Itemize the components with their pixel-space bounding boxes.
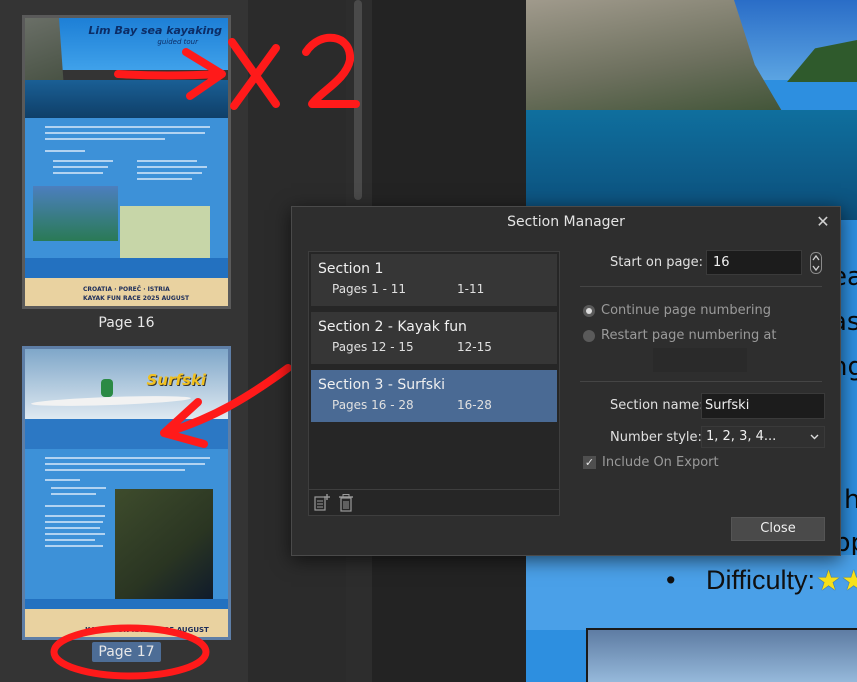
include-on-export-checkbox[interactable]: ✓ xyxy=(583,456,596,469)
bullet: • xyxy=(666,565,676,595)
close-icon[interactable]: ✕ xyxy=(812,211,834,233)
start-on-page-label: Start on page: xyxy=(610,255,704,270)
thumbnail-photo xyxy=(33,186,118,241)
page-label-16: Page 16 xyxy=(98,315,155,331)
number-style-dropdown[interactable]: 1, 2, 3, 4... xyxy=(701,426,825,448)
section-list-item-selected[interactable]: Section 3 - Surfski Pages 16 - 28 16-28 xyxy=(311,370,557,422)
page-stepper[interactable] xyxy=(810,252,822,274)
trash-icon[interactable] xyxy=(338,494,354,512)
section-name-field[interactable]: Surfski xyxy=(701,393,825,419)
thumbnail-footer-1: CROATIA · POREČ · ISTRIA xyxy=(83,286,170,293)
thumbnail-paddler xyxy=(101,379,113,397)
difficulty-label: Difficulty: xyxy=(706,565,816,595)
scrollbar-thumb[interactable] xyxy=(354,0,362,200)
thumbnail-subtitle: guided tour xyxy=(157,38,198,46)
section-list-toolbar xyxy=(308,489,560,517)
section-range: 16-28 xyxy=(457,398,492,412)
section-name: Section 2 - Kayak fun xyxy=(318,319,467,335)
start-on-page-field[interactable]: 16 xyxy=(706,250,802,275)
page-label-17: Page 17 xyxy=(22,642,231,662)
stepper-icon[interactable] xyxy=(810,252,822,274)
section-name-label: Section name: xyxy=(610,398,704,413)
close-button[interactable]: Close xyxy=(731,517,825,541)
thumbnail-body xyxy=(25,118,228,273)
include-on-export-label: Include On Export xyxy=(602,455,719,470)
restart-at-field[interactable] xyxy=(653,348,747,372)
thumbnail-footer-2: KAYAK FUN RACE 2025 AUGUST xyxy=(83,295,190,302)
restart-numbering-radio[interactable] xyxy=(583,330,595,342)
add-section-icon[interactable] xyxy=(314,494,330,512)
section-name: Section 3 - Surfski xyxy=(318,377,446,393)
page-photo-water xyxy=(526,110,857,220)
difficulty-stars: ★★ xyxy=(816,564,857,597)
page-thumbnail-16[interactable]: Lim Bay sea kayaking guided tour CROATIA… xyxy=(22,15,231,309)
restart-numbering-label: Restart page numbering at xyxy=(601,328,777,343)
continue-numbering-label: Continue page numbering xyxy=(601,303,772,318)
section-range: 1-11 xyxy=(457,282,485,296)
page-bottom-photo xyxy=(586,628,857,682)
section-list-item[interactable]: Section 2 - Kayak fun Pages 12 - 15 12-1… xyxy=(311,312,557,364)
dialog-title: Section Manager xyxy=(507,214,625,230)
continue-numbering-radio[interactable] xyxy=(583,305,595,317)
section-manager-dialog: Section Manager ✕ Section 1 Pages 1 - 11… xyxy=(291,206,841,556)
section-range: 12-15 xyxy=(457,340,492,354)
number-style-label: Number style: xyxy=(610,430,702,445)
section-pages: Pages 12 - 15 xyxy=(332,340,414,354)
page-thumbnail-17[interactable]: Surfski KAYAK FUN RACE 2025 AUGUST xyxy=(22,346,231,640)
section-list: Section 1 Pages 1 - 11 1-11 Section 2 - … xyxy=(308,251,560,516)
chevron-down-icon xyxy=(810,434,819,440)
number-style-value: 1, 2, 3, 4... xyxy=(706,429,777,444)
section-list-item[interactable]: Section 1 Pages 1 - 11 1-11 xyxy=(311,254,557,306)
section-pages: Pages 1 - 11 xyxy=(332,282,406,296)
thumbnail-title: Lim Bay sea kayaking xyxy=(88,24,222,37)
thumbnail-title: Surfski xyxy=(146,371,206,389)
page-text-fragment: h xyxy=(844,485,857,515)
pages-panel: Lim Bay sea kayaking guided tour CROATIA… xyxy=(0,0,248,682)
thumbnail-footer: KAYAK FUN RACE 2025 AUGUST xyxy=(85,626,209,634)
thumbnail-satellite-map xyxy=(115,489,213,601)
section-name: Section 1 xyxy=(318,261,384,277)
section-pages: Pages 16 - 28 xyxy=(332,398,414,412)
thumbnail-water xyxy=(25,80,228,118)
